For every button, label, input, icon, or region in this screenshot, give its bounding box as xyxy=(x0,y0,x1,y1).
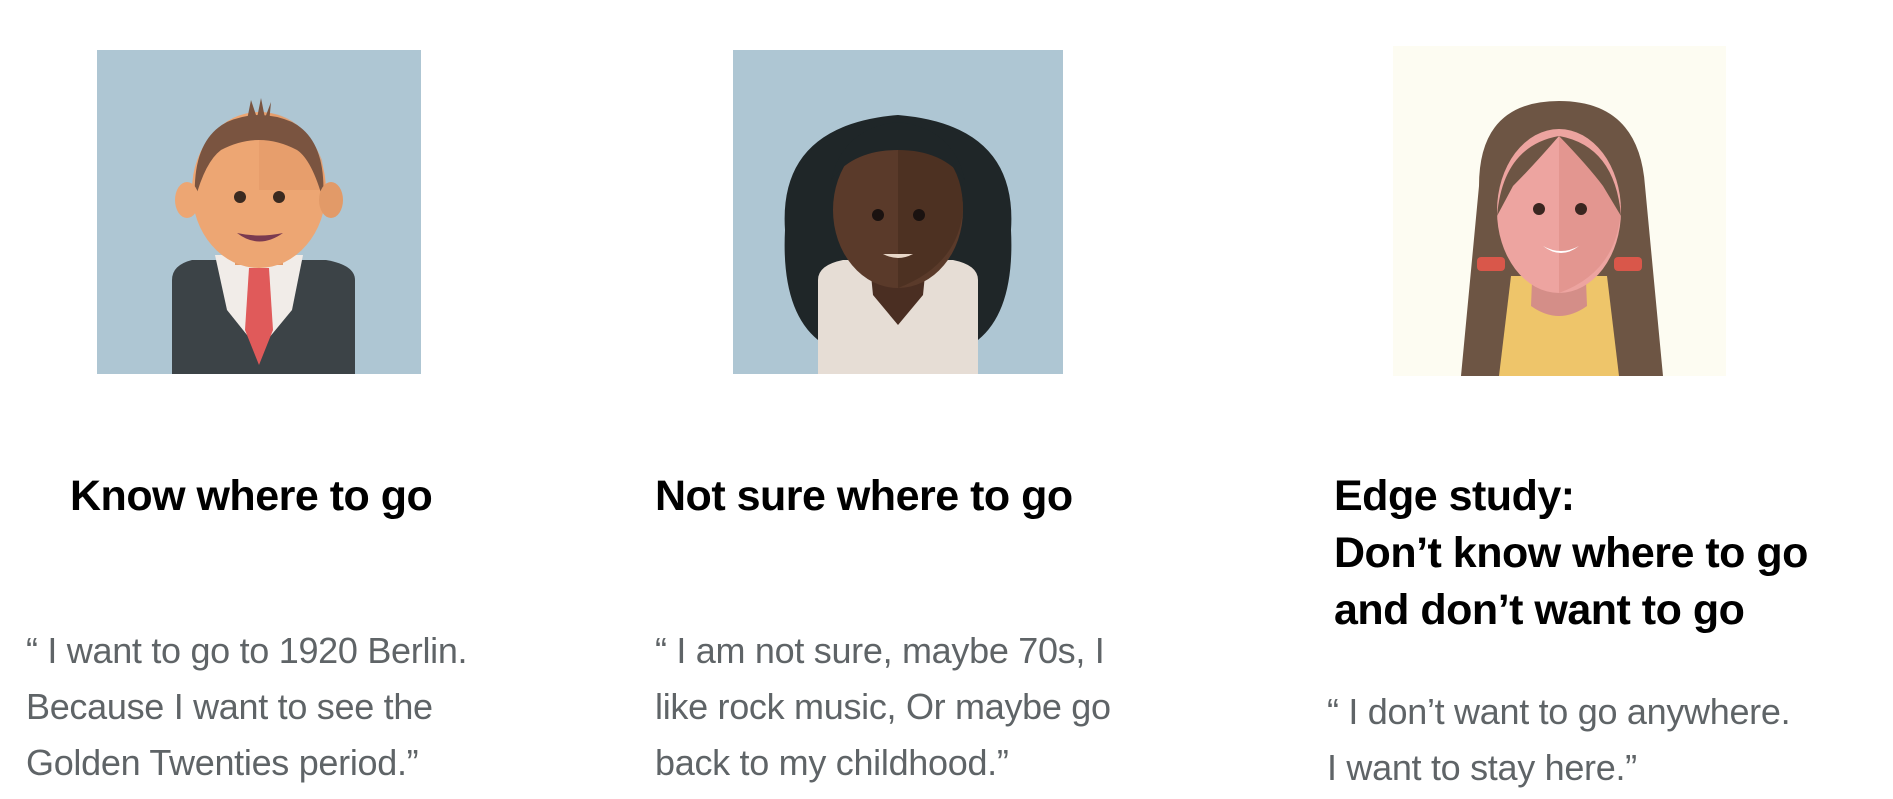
persona-quote: “ I want to go to 1920 Berlin. Because I… xyxy=(26,623,468,791)
quote-line: Golden Twenties period.” xyxy=(26,742,419,783)
quote-line: “ I want to go to 1920 Berlin. xyxy=(26,630,468,671)
woman-dark-hair-avatar xyxy=(733,50,1063,374)
persona-quote: “ I don’t want to go anywhere. I want to… xyxy=(1327,684,1791,796)
quote-line: “ I don’t want to go anywhere. xyxy=(1327,691,1791,732)
persona-heading: Not sure where to go xyxy=(655,468,1073,525)
quote-line: like rock music, Or maybe go xyxy=(655,686,1111,727)
quote-line: “ I am not sure, maybe 70s, I xyxy=(655,630,1105,671)
quote-line: back to my childhood.” xyxy=(655,742,1009,783)
heading-line: Know where to go xyxy=(70,472,433,520)
persona-quote: “ I am not sure, maybe 70s, I like rock … xyxy=(655,623,1111,791)
heading-line: Edge study: xyxy=(1334,472,1575,520)
quote-line: Because I want to see the xyxy=(26,686,433,727)
man-in-suit-avatar xyxy=(97,50,421,374)
heading-line: Not sure where to go xyxy=(655,472,1073,520)
persona-heading: Know where to go xyxy=(70,468,433,525)
heading-line: and don’t want to go xyxy=(1334,586,1745,634)
quote-line: I want to stay here.” xyxy=(1327,747,1637,788)
girl-brown-hair-avatar xyxy=(1393,46,1726,376)
persona-heading: Edge study: Don’t know where to go and d… xyxy=(1334,468,1808,639)
heading-line: Don’t know where to go xyxy=(1334,529,1808,577)
